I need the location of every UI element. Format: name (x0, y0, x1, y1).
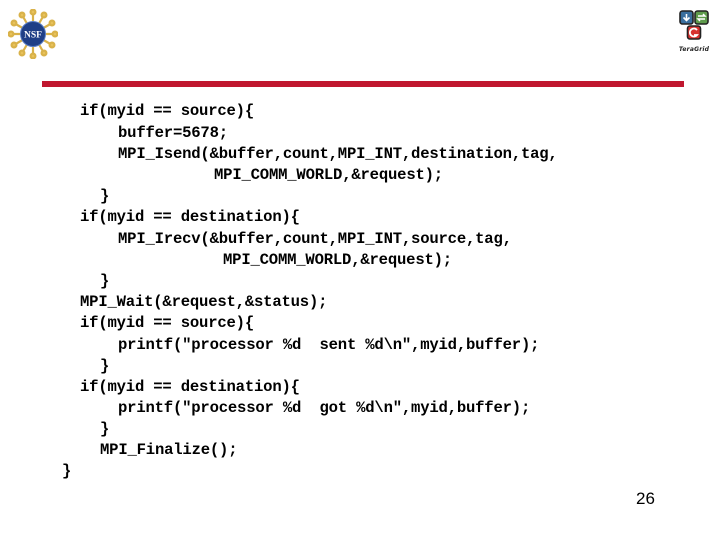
code-line: MPI_COMM_WORLD,&request); (223, 251, 452, 269)
code-line: if(myid == destination){ (80, 378, 300, 396)
code-line: printf("processor %d sent %d\n",myid,buf… (118, 336, 540, 354)
code-line: if(myid == source){ (80, 314, 254, 332)
code-line: } (100, 420, 110, 438)
teragrid-logo: TeraGrid (672, 8, 716, 56)
code-line: MPI_COMM_WORLD,&request); (214, 166, 443, 184)
code-line: buffer=5678; (118, 124, 228, 142)
nsf-logo-text: NSF (24, 31, 42, 41)
teragrid-emblem-icon (679, 10, 709, 40)
code-line: } (100, 357, 110, 375)
header-accent-bar (42, 81, 684, 87)
code-line: MPI_Irecv(&buffer,count,MPI_INT,source,t… (118, 230, 512, 248)
code-line: MPI_Isend(&buffer,count,MPI_INT,destinat… (118, 145, 558, 163)
code-line: printf("processor %d got %d\n",myid,buff… (118, 399, 531, 417)
page-number: 26 (636, 489, 655, 508)
code-line: } (100, 187, 110, 205)
code-line: MPI_Wait(&request,&status); (80, 293, 328, 311)
nsf-emblem-icon: NSF (7, 8, 59, 60)
teragrid-logo-text: TeraGrid (678, 46, 710, 53)
code-line: } (100, 272, 110, 290)
code-line: if(myid == source){ (80, 102, 254, 120)
nsf-logo: NSF (7, 8, 59, 60)
code-line: if(myid == destination){ (80, 208, 300, 226)
code-line: MPI_Finalize(); (100, 441, 238, 459)
code-line: } (62, 462, 72, 480)
